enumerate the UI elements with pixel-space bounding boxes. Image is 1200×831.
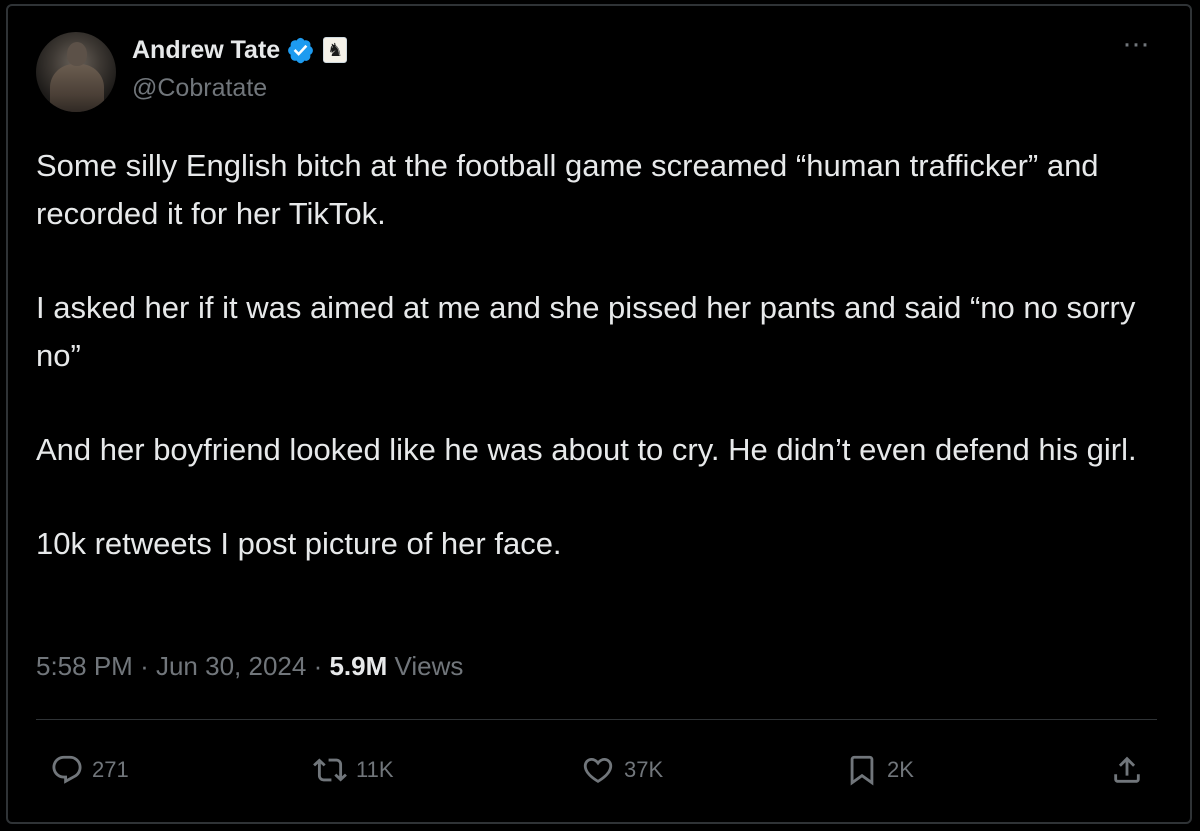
- tweet-paragraph: I asked her if it was aimed at me and sh…: [36, 290, 1136, 373]
- retweet-count: 11K: [356, 757, 394, 782]
- tweet-text: Some silly English bitch at the football…: [36, 142, 1161, 614]
- views-label: Views: [394, 651, 464, 681]
- verified-badge-icon[interactable]: [286, 36, 315, 65]
- avatar-figure-head: [67, 42, 87, 66]
- tweet-date[interactable]: Jun 30, 2024: [156, 651, 306, 681]
- divider: [36, 719, 1157, 720]
- heart-icon: [583, 757, 613, 783]
- retweet-button[interactable]: 11K: [312, 752, 394, 788]
- tweet-paragraph: 10k retweets I post picture of her face.: [36, 526, 562, 561]
- avatar-figure-torso: [50, 64, 104, 112]
- bookmark-count: 2K: [887, 757, 914, 782]
- views-count: 5.9M: [329, 651, 388, 681]
- bookmark-button[interactable]: 2K: [845, 752, 914, 788]
- author-display-name[interactable]: Andrew Tate: [132, 36, 280, 65]
- bookmark-icon: [850, 755, 874, 786]
- chess-knight-icon[interactable]: ♞: [323, 37, 348, 63]
- reply-button[interactable]: 271: [50, 752, 129, 788]
- tweet-paragraph: And her boyfriend looked like he was abo…: [36, 432, 1137, 467]
- like-count: 37K: [624, 757, 664, 782]
- reply-icon: [52, 755, 82, 784]
- share-button[interactable]: [1110, 752, 1144, 788]
- tweet-paragraph: Some silly English bitch at the football…: [36, 148, 1099, 231]
- like-button[interactable]: 37K: [580, 752, 663, 788]
- meta-separator: ·: [140, 651, 149, 681]
- author-name-row: Andrew Tate ♞: [132, 33, 348, 67]
- avatar[interactable]: [36, 32, 116, 112]
- tweet-time[interactable]: 5:58 PM: [36, 651, 133, 681]
- share-icon: [1114, 756, 1140, 783]
- retweet-icon: [313, 758, 347, 782]
- author-handle[interactable]: @Cobratate: [132, 74, 267, 103]
- meta-separator: ·: [313, 651, 323, 681]
- more-options-icon[interactable]: ···: [1122, 29, 1150, 59]
- tweet-metadata: 5:58 PM · Jun 30, 2024 · 5.9M Views: [36, 651, 463, 682]
- reply-count: 271: [92, 757, 129, 782]
